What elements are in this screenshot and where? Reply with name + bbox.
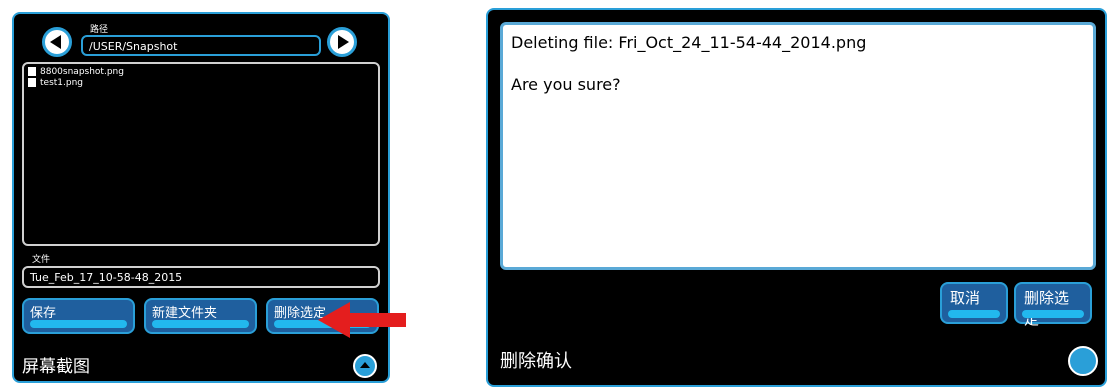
panel-title: 删除确认 (500, 351, 572, 372)
forward-arrow-icon[interactable] (327, 27, 357, 57)
list-item[interactable]: 8800snapshot.png (28, 66, 374, 77)
new-folder-button[interactable]: 新建文件夹 (144, 298, 257, 334)
annotation-arrow-icon (318, 302, 406, 338)
delete-confirm-panel: Deleting file: Fri_Oct_24_11-54-44_2014.… (486, 8, 1107, 387)
status-circle-icon[interactable] (1068, 346, 1098, 376)
save-button[interactable]: 保存 (22, 298, 135, 334)
cancel-button-label: 取消 (950, 289, 981, 307)
confirm-question: Are you sure? (511, 75, 621, 94)
file-icon (28, 78, 36, 87)
list-item[interactable]: test1.png (28, 77, 374, 88)
file-name: 8800snapshot.png (40, 66, 124, 77)
file-name-field[interactable]: Tue_Feb_17_10-58-48_2015 (22, 266, 380, 288)
save-button-label: 保存 (30, 306, 57, 321)
message-text: Deleting file: Fri_Oct_24_11-54-44_2014.… (511, 33, 867, 52)
path-label: 路径 (90, 25, 109, 35)
button-highlight-bar (152, 320, 249, 328)
confirm-delete-button[interactable]: 删除选定 (1014, 282, 1092, 328)
panel-title: 屏幕截图 (22, 357, 90, 377)
new-folder-button-label: 新建文件夹 (152, 306, 218, 321)
file-list[interactable]: 8800snapshot.png test1.png (22, 62, 380, 246)
button-highlight-bar (30, 320, 127, 328)
path-field[interactable]: /USER/Snapshot (81, 35, 321, 56)
file-name: test1.png (40, 77, 84, 88)
button-highlight-bar (1022, 310, 1084, 318)
back-arrow-icon[interactable] (42, 27, 72, 57)
cancel-button[interactable]: 取消 (940, 282, 1008, 324)
button-highlight-bar (948, 310, 1000, 318)
file-label: 文件 (32, 255, 51, 265)
file-icon (28, 67, 36, 76)
message-box: Deleting file: Fri_Oct_24_11-54-44_2014.… (500, 22, 1096, 270)
confirm-delete-button-label: 删除选定 (1024, 289, 1070, 328)
eject-up-icon[interactable] (353, 354, 377, 378)
